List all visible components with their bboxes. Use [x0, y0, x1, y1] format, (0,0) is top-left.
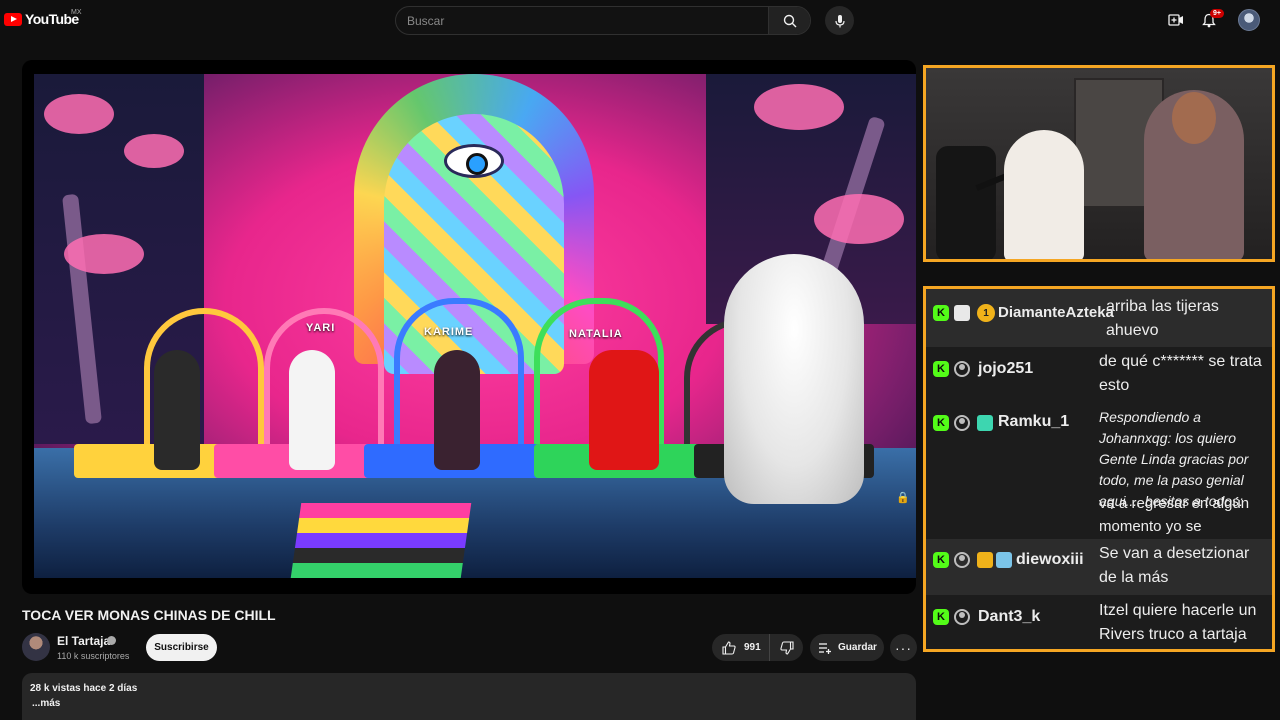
- search-box: [395, 6, 811, 35]
- save-button[interactable]: Guardar: [810, 634, 884, 661]
- subscriber-badge-icon: [977, 415, 993, 431]
- streamer-head: [1172, 92, 1216, 144]
- description-box[interactable]: 28 k vistas hace 2 días ...más: [22, 673, 916, 720]
- gaming-chair: [936, 146, 996, 259]
- playlist-add-icon: [819, 642, 831, 654]
- search-icon: [783, 14, 796, 27]
- user-icon: [954, 415, 970, 431]
- channel-name[interactable]: El Tartaja: [57, 634, 110, 648]
- chat-username: Dant3_k: [978, 608, 1041, 625]
- views-and-date: 28 k vistas hace 2 días: [30, 683, 138, 694]
- verified-icon: [107, 636, 116, 645]
- search-input[interactable]: [396, 7, 770, 34]
- notification-count-badge: 9+: [1210, 9, 1224, 18]
- kick-icon: K: [933, 305, 949, 321]
- chat-username: jojo251: [978, 360, 1034, 377]
- chat-message: K jojo251 de qué c******* se trata esto: [926, 347, 1272, 401]
- youtube-logo[interactable]: YouTube MX: [4, 9, 82, 27]
- kick-icon: K: [933, 609, 949, 625]
- chat-username: diewoxiii: [1016, 551, 1084, 568]
- panelist-figure: [589, 350, 659, 470]
- more-dots-icon: ···: [895, 639, 912, 656]
- video-title: TOCA VER MONAS CHINAS DE CHILL: [22, 607, 276, 623]
- gift-count-badge: 1: [977, 304, 995, 322]
- kick-icon: K: [933, 361, 949, 377]
- kick-icon: K: [933, 415, 949, 431]
- user-icon: [954, 609, 970, 625]
- description-more-link[interactable]: ...más: [32, 698, 60, 709]
- microphone-icon: [834, 14, 845, 27]
- video-player[interactable]: YARI KARIME NATALIA 🔒: [22, 60, 916, 594]
- chat-message: K diewoxiii Se van a desetzionar de la m…: [926, 539, 1272, 595]
- save-label: Guardar: [838, 642, 877, 653]
- thumbs-up-icon: [722, 640, 736, 655]
- stage-name-sign: KARIME: [424, 326, 474, 338]
- search-button[interactable]: [768, 7, 810, 34]
- panelist-figure: [289, 350, 335, 470]
- blossom: [124, 134, 184, 168]
- panelist-figure: [154, 350, 200, 470]
- video-frame: YARI KARIME NATALIA 🔒: [34, 74, 916, 578]
- lock-icon: 🔒: [896, 492, 910, 504]
- streamer-hooded: [1004, 130, 1084, 259]
- create-video-icon: [1168, 14, 1183, 26]
- kick-icon: K: [933, 552, 949, 568]
- like-button[interactable]: 991: [712, 634, 770, 661]
- more-actions-button[interactable]: ···: [890, 634, 917, 661]
- rainbow-stairs: [290, 503, 472, 578]
- chat-username: DiamanteAzteka: [998, 304, 1114, 321]
- eye-decoration: [444, 144, 504, 178]
- stage-name-sign: NATALIA: [569, 328, 623, 340]
- emote-badge-icon: [996, 552, 1012, 568]
- subscribe-button[interactable]: Suscribirse: [146, 634, 217, 661]
- subscriber-count: 110 k suscriptores: [57, 651, 130, 661]
- account-avatar[interactable]: [1238, 9, 1260, 31]
- chat-text: va a regresar en algún momento yo se: [1099, 495, 1250, 535]
- stage-name-sign: YARI: [306, 322, 336, 334]
- chat-message: K 1 DiamanteAzteka arriba las tijeras ah…: [926, 289, 1272, 347]
- user-icon: [954, 552, 970, 568]
- crown-icon: [977, 552, 993, 568]
- chat-username: Ramku_1: [998, 413, 1070, 430]
- like-count: 991: [744, 642, 761, 653]
- region-code: MX: [71, 9, 82, 16]
- channel-avatar[interactable]: [22, 633, 50, 661]
- top-bar: YouTube MX 9+: [0, 0, 1280, 40]
- chat-text: de qué c******* se trata esto: [1099, 353, 1262, 394]
- blossom: [754, 84, 844, 130]
- blossom: [814, 194, 904, 244]
- thumbs-down-icon: [780, 640, 794, 655]
- youtube-play-icon: [4, 12, 22, 26]
- channel-badge-icon: [954, 305, 970, 321]
- blossom: [44, 94, 114, 134]
- like-dislike-group: 991: [712, 634, 803, 661]
- live-chat-overlay: K 1 DiamanteAzteka arriba las tijeras ah…: [923, 286, 1275, 652]
- panelist-figure: [434, 350, 480, 470]
- chat-text: Se van a desetzionar de la más: [1099, 545, 1250, 586]
- create-button[interactable]: [1166, 10, 1186, 30]
- dislike-button[interactable]: [771, 634, 803, 661]
- chat-text: arriba las tijeras ahuevo: [1106, 298, 1219, 339]
- blossom: [64, 234, 144, 274]
- chat-message: K Dant3_k Itzel quiere hacerle un Rivers…: [926, 595, 1272, 649]
- chat-text: Itzel quiere hacerle un Rivers truco a t…: [1099, 602, 1257, 643]
- user-icon: [954, 361, 970, 377]
- webcam-overlay: [923, 65, 1275, 262]
- feather-costume: [724, 254, 864, 504]
- chat-message: K Ramku_1 Respondiendo a Johannxqg: los …: [926, 401, 1272, 539]
- voice-search-button[interactable]: [825, 6, 854, 35]
